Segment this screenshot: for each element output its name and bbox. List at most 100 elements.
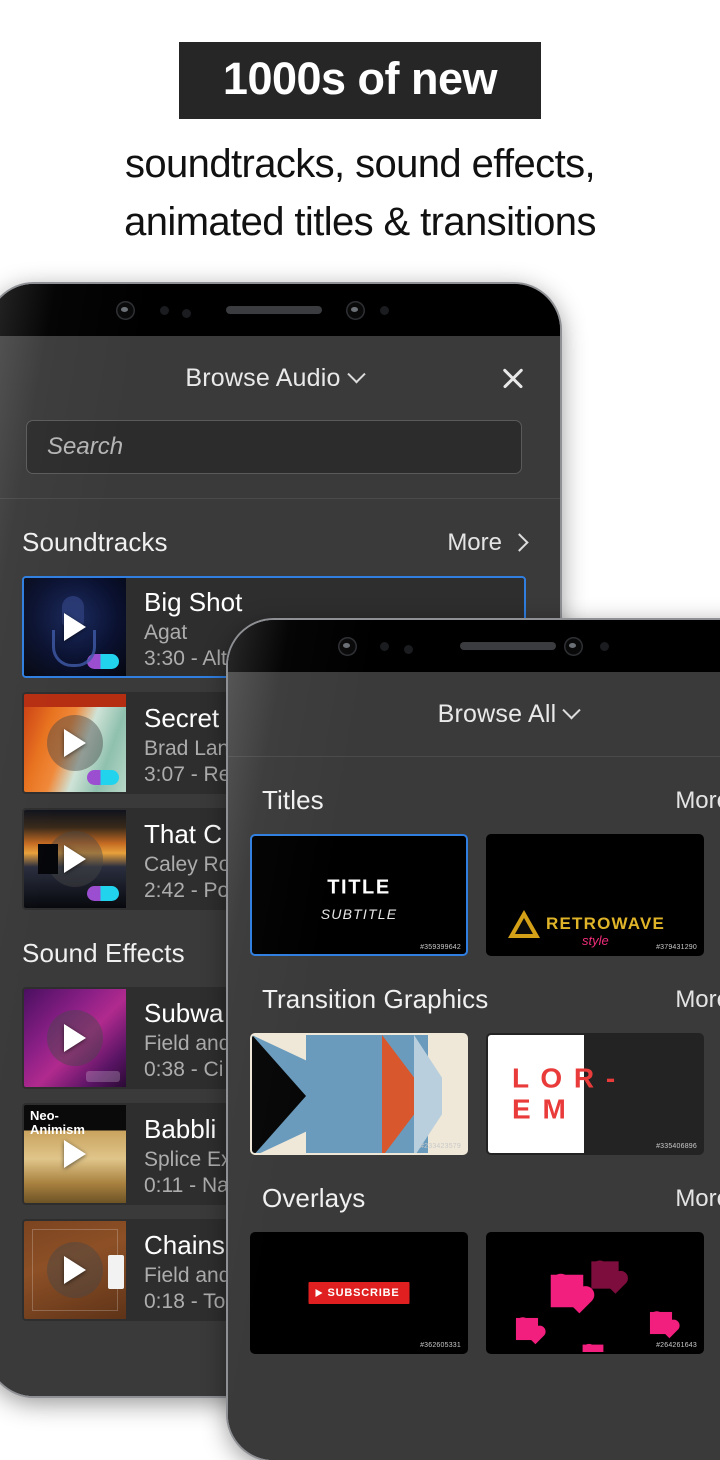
title-card-text: TITLE: [327, 876, 391, 899]
more-label: More: [447, 528, 502, 556]
browse-audio-header: Browse Audio: [0, 336, 560, 420]
sensor-dot-icon: [404, 645, 413, 654]
effect-meta: Babbli Splice Ex 0:11 - Na: [126, 1105, 232, 1203]
track-artwork: [24, 694, 126, 792]
play-icon: [315, 1289, 323, 1297]
section-header-soundtracks: Soundtracks More: [0, 499, 560, 576]
front-camera-icon: [338, 636, 357, 656]
asset-card-retrowave[interactable]: RETROWAVE style #379431290: [486, 834, 704, 956]
premium-badge-icon: [87, 886, 119, 901]
asset-card-chevron-transition[interactable]: #233423579: [250, 1033, 468, 1155]
chevron-shape-black: [252, 1035, 306, 1153]
premium-badge-icon: [87, 654, 119, 669]
play-icon[interactable]: [64, 1140, 86, 1168]
artwork-label: Neo- Animism: [30, 1108, 85, 1138]
subscribe-button-graphic: SUBSCRIBE: [308, 1282, 410, 1304]
phone-bezel-top: [228, 620, 720, 672]
phone-bezel-top: [0, 284, 560, 336]
track-title: Big Shot: [144, 587, 243, 617]
heart-icon: [550, 1274, 584, 1308]
asset-id-label: #359399642: [420, 944, 461, 951]
sensor-dot-icon: [380, 306, 389, 315]
track-meta: Big Shot Agat 3:30 - Alt: [126, 578, 242, 676]
effect-artwork: [24, 1221, 126, 1319]
earpiece-speaker: [460, 642, 556, 650]
effect-meta: Chains Field and 0:18 - To: [126, 1221, 230, 1319]
titles-card-row: TITLE SUBTITLE #359399642 RETROWAVE styl…: [228, 834, 720, 956]
search-container: [0, 420, 560, 498]
play-icon[interactable]: [64, 729, 86, 757]
heart-icon: [591, 1261, 619, 1289]
track-artwork: [24, 810, 126, 908]
heart-icon: [582, 1344, 604, 1352]
more-label: More: [675, 1184, 720, 1212]
track-meta: That C Caley Ro 2:42 - Po: [126, 810, 230, 908]
screen-browse-all: Browse All Titles More TITLE SUBTITLE #3…: [228, 672, 720, 1460]
asset-card-title[interactable]: TITLE SUBTITLE #359399642: [250, 834, 468, 956]
section-title-transitions: Transition Graphics: [262, 984, 489, 1014]
heart-icon: [649, 1311, 673, 1335]
track-duration: 2:42 - Po: [144, 878, 230, 902]
retrowave-script-text: style: [582, 933, 609, 948]
track-artist: Brad Lan: [144, 736, 230, 760]
lorem-line2: E M: [512, 1094, 568, 1125]
section-title-soundtracks: Soundtracks: [22, 527, 168, 557]
front-camera-icon: [346, 300, 365, 320]
play-icon[interactable]: [64, 845, 86, 873]
more-button-titles[interactable]: More: [675, 787, 720, 815]
more-button-soundtracks[interactable]: More: [447, 528, 529, 557]
track-title: Secret: [144, 703, 220, 733]
retrowave-brand-text: RETROWAVE: [546, 914, 666, 933]
title-card-subtitle: SUBTITLE: [320, 905, 398, 922]
asset-id-label: #362605331: [420, 1342, 461, 1349]
effect-duration: 0:38 - Ci: [144, 1057, 224, 1081]
effect-artist: Splice Ex: [144, 1147, 232, 1171]
browse-all-header: Browse All: [228, 672, 720, 756]
more-label: More: [675, 985, 720, 1013]
track-meta: Secret Brad Lan 3:07 - Re: [126, 694, 230, 792]
promo-badge: 1000s of new: [178, 42, 542, 119]
browse-audio-title-button[interactable]: Browse Audio: [185, 364, 366, 393]
section-header-titles: Titles More: [228, 757, 720, 834]
sensor-dot-icon: [160, 306, 169, 315]
chevron-right-icon: [510, 533, 529, 552]
effect-title: Subwa: [144, 998, 224, 1028]
section-title-titles: Titles: [262, 785, 324, 815]
play-icon[interactable]: [64, 1256, 86, 1284]
promo-subtitle-line1: soundtracks, sound effects,: [124, 142, 596, 186]
play-icon[interactable]: [64, 1024, 86, 1052]
effect-artist: Field and: [144, 1263, 231, 1287]
asset-card-hearts-overlay[interactable]: #264261643: [486, 1232, 704, 1354]
more-button-overlays[interactable]: More: [675, 1185, 720, 1213]
promo-subtitle-line2: animated titles & transitions: [124, 200, 596, 244]
more-button-transitions[interactable]: More: [675, 986, 720, 1014]
track-artwork: [24, 578, 126, 676]
more-label: More: [675, 786, 720, 814]
premium-badge-icon: [87, 770, 119, 785]
play-icon[interactable]: [64, 613, 86, 641]
sensor-dot-icon: [600, 642, 609, 651]
effect-title: Chains: [144, 1230, 225, 1260]
effect-title: Babbli: [144, 1114, 217, 1144]
asset-id-label: #264261643: [656, 1342, 697, 1349]
effect-meta: Subwa Field and 0:38 - Ci: [126, 989, 230, 1087]
section-title-overlays: Overlays: [262, 1183, 366, 1213]
asset-card-lorem-transition[interactable]: L O R - E M #335406896: [486, 1033, 704, 1155]
chevron-down-icon: [346, 364, 366, 383]
close-icon[interactable]: [500, 365, 526, 391]
promo-subtitle: soundtracks, sound effects, animated tit…: [0, 135, 720, 251]
sensor-dot-icon: [182, 309, 191, 318]
section-header-transitions: Transition Graphics More: [228, 956, 720, 1033]
chevron-shape-cream: [442, 1035, 466, 1153]
lorem-line1: L O R -: [512, 1062, 618, 1094]
asset-id-label: #379431290: [656, 944, 697, 951]
browse-all-title-button[interactable]: Browse All: [438, 700, 582, 729]
effect-artist: Field and: [144, 1031, 231, 1055]
search-box[interactable]: [26, 420, 522, 474]
asset-card-subscribe-overlay[interactable]: SUBSCRIBE #362605331: [250, 1232, 468, 1354]
heart-icon: [515, 1317, 539, 1341]
search-input[interactable]: [47, 433, 501, 461]
promo-header: 1000s of new soundtracks, sound effects,…: [0, 0, 720, 251]
track-title: That C: [144, 819, 223, 849]
effect-duration: 0:18 - To: [144, 1289, 226, 1313]
